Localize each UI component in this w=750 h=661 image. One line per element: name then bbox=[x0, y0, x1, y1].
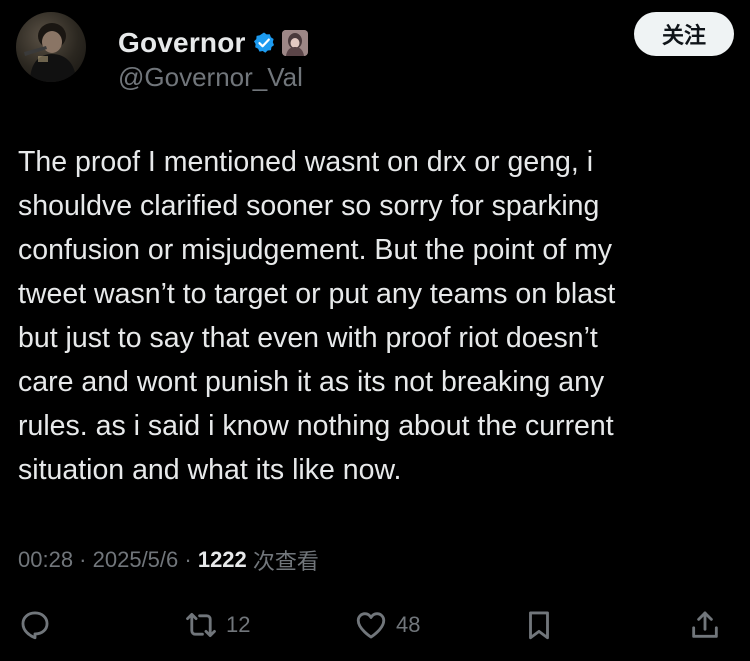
tweet-meta: 00:28 · 2025/5/6 · 1222 次查看 bbox=[18, 544, 319, 576]
follow-button[interactable]: 关注 bbox=[634, 12, 734, 56]
bookmark-button[interactable] bbox=[522, 608, 556, 642]
views-label: 次查看 bbox=[246, 549, 319, 574]
meta-separator: · bbox=[178, 547, 198, 572]
heart-icon bbox=[354, 608, 388, 642]
reply-button[interactable] bbox=[18, 608, 60, 642]
retweet-icon bbox=[184, 608, 218, 642]
author-avatar[interactable] bbox=[16, 12, 86, 82]
tweet-header: Governor @Governor_Val 关注 bbox=[16, 12, 734, 92]
affiliate-badge-icon[interactable] bbox=[281, 30, 308, 56]
tweet-time[interactable]: 00:28 bbox=[18, 547, 73, 573]
like-count: 48 bbox=[396, 612, 421, 637]
share-icon bbox=[688, 608, 722, 642]
tweet-date[interactable]: 2025/5/6 bbox=[93, 547, 179, 573]
like-button[interactable]: 48 bbox=[354, 608, 420, 642]
retweet-count: 12 bbox=[226, 612, 251, 637]
author-name-row: Governor bbox=[118, 26, 308, 60]
tweet-text: The proof I mentioned wasnt on drx or ge… bbox=[18, 146, 616, 486]
retweet-button[interactable]: 12 bbox=[184, 608, 250, 642]
bookmark-icon bbox=[522, 608, 556, 642]
share-button[interactable] bbox=[688, 608, 722, 642]
views-count: 1222 bbox=[197, 547, 247, 572]
meta-separator: · bbox=[73, 547, 93, 572]
reply-icon bbox=[18, 608, 52, 642]
verified-badge-icon bbox=[252, 31, 276, 55]
author-display-name[interactable]: Governor bbox=[118, 27, 246, 59]
tweet-actions: 12 48 bbox=[18, 608, 730, 648]
author-handle[interactable]: @Governor_Val bbox=[118, 62, 303, 93]
